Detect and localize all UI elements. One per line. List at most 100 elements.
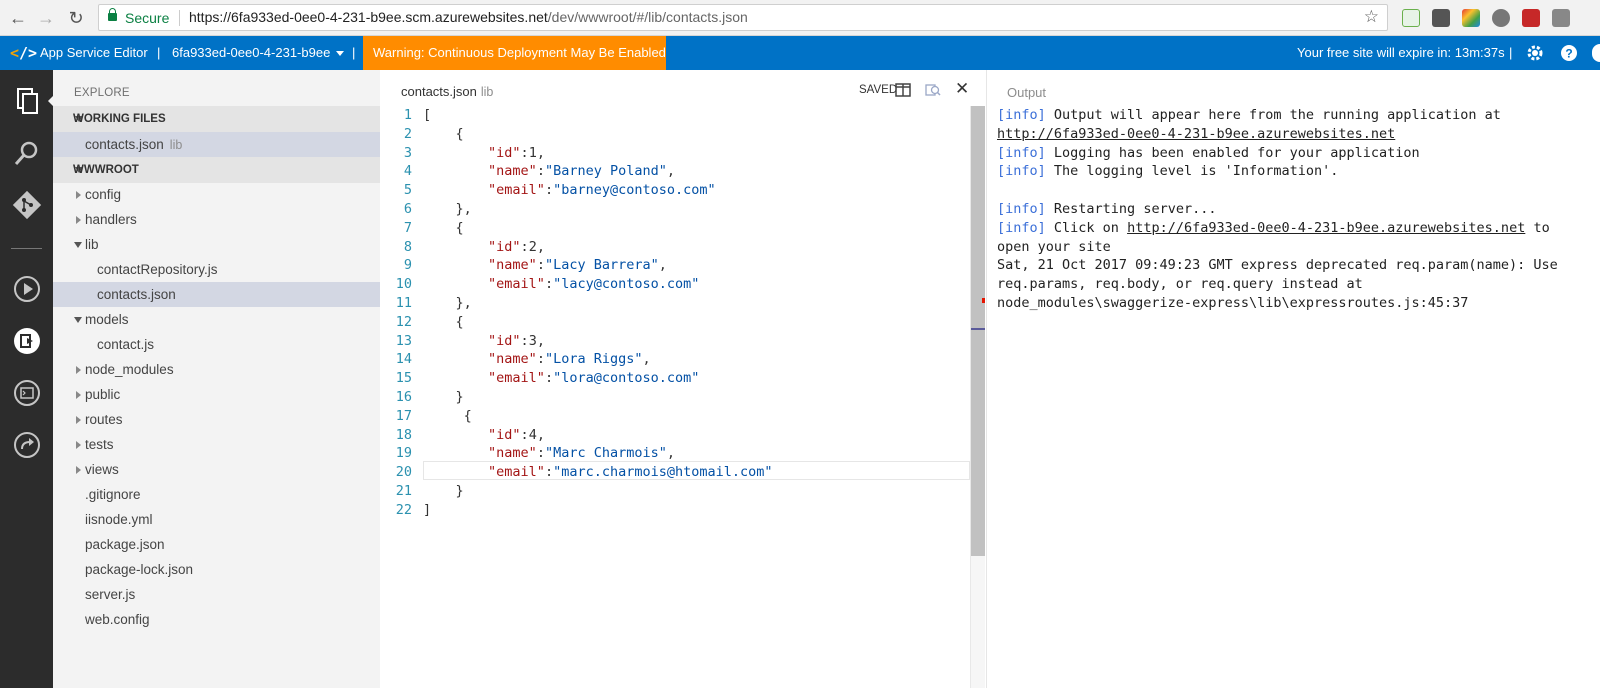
extension-gray-icon[interactable]	[1552, 9, 1570, 27]
split-editor-icon[interactable]	[895, 82, 911, 98]
overflow-icon[interactable]	[1592, 44, 1600, 62]
code-text: "name":"Barney Poland",	[488, 163, 676, 180]
code-line: 3 "id":1,	[380, 144, 970, 163]
chevron-right-icon	[76, 191, 81, 199]
extension-download-icon[interactable]	[1432, 9, 1450, 27]
tree-folder[interactable]: handlers	[53, 207, 380, 232]
site-link[interactable]: http://6fa933ed-0ee0-4-231-b9ee.azureweb…	[1127, 220, 1525, 236]
redirect-icon[interactable]	[12, 430, 42, 460]
star-icon[interactable]: ☆	[1364, 7, 1379, 27]
log-text: Logging has been enabled for your applic…	[1045, 144, 1420, 161]
activity-bar	[0, 70, 54, 688]
chevron-down-icon	[74, 317, 82, 323]
editor-tab[interactable]: contacts.json lib	[401, 84, 493, 99]
back-icon[interactable]: ←	[6, 6, 30, 30]
tree-folder[interactable]: views	[53, 457, 380, 482]
tree-file[interactable]: .gitignore	[53, 482, 380, 507]
editor-scrollbar[interactable]	[970, 106, 985, 688]
tree-file[interactable]: package.json	[53, 532, 380, 557]
code-text: "name":"Lora Riggs",	[488, 351, 651, 368]
extension-red-icon[interactable]	[1522, 9, 1540, 27]
files-icon[interactable]	[12, 86, 42, 116]
tree-folder[interactable]: node_modules	[53, 357, 380, 382]
log-text: to	[1525, 219, 1550, 236]
code-area[interactable]: 1[2 {3 "id":1, 4 "name":"Barney Poland", 5…	[380, 106, 970, 520]
tree-folder[interactable]: tests	[53, 432, 380, 457]
extension-color-icon[interactable]	[1462, 9, 1480, 27]
log-tag: [info]	[997, 163, 1046, 180]
site-link[interactable]: http://6fa933ed-0ee0-4-231-b9ee.azureweb…	[997, 126, 1395, 142]
wwwroot-label: WWWROOT	[73, 164, 139, 176]
console-icon[interactable]	[12, 378, 42, 408]
site-selector[interactable]: 6fa933ed-0ee0-4-231-b9ee	[172, 45, 345, 60]
tree-file[interactable]: package-lock.json	[53, 557, 380, 582]
chevron-right-icon	[76, 466, 81, 474]
editor-file-name: contacts.json	[401, 84, 477, 99]
line-number: 21	[395, 482, 412, 499]
run-icon[interactable]	[12, 274, 42, 304]
code-text: [	[423, 107, 432, 123]
chevron-right-icon	[76, 391, 81, 399]
line-number: 12	[395, 313, 412, 330]
working-files-header[interactable]: WORKING FILES	[53, 106, 380, 132]
tree-item-label: config	[85, 187, 122, 202]
address-bar[interactable]: Secure https://6fa933ed-0ee0-4-231-b9ee.…	[98, 4, 1388, 31]
output-icon[interactable]	[12, 326, 42, 356]
tree-file[interactable]: iisnode.yml	[53, 507, 380, 532]
code-line: 15 "email":"lora@contoso.com"	[380, 369, 970, 388]
wwwroot-header[interactable]: WWWROOT	[53, 157, 380, 183]
log-line: [info] The logging level is 'Information…	[997, 162, 1597, 181]
log-tag: [info]	[997, 219, 1046, 236]
tree-folder[interactable]: routes	[53, 407, 380, 432]
code-text: "email":"lora@contoso.com"	[488, 370, 700, 387]
line-number: 20	[395, 464, 412, 481]
log-text: The logging level is 'Information'.	[1045, 163, 1339, 180]
gear-icon[interactable]	[1526, 44, 1544, 62]
tree-folder[interactable]: config	[53, 182, 380, 207]
extension-globe-icon[interactable]	[1492, 9, 1510, 27]
explorer-title: EXPLORE	[74, 87, 130, 99]
site-name: 6fa933ed-0ee0-4-231-b9ee	[172, 45, 331, 60]
log-text: Output will appear here from the running…	[1045, 107, 1501, 123]
tree-folder[interactable]: models	[53, 307, 380, 332]
code-line: 18 "id":4,	[380, 426, 970, 445]
url-text[interactable]: https://6fa933ed-0ee0-4-231-b9ee.scm.azu…	[189, 9, 748, 25]
code-text: "name":"Marc Charmois",	[488, 445, 676, 462]
tree-file[interactable]: contact.js	[53, 332, 380, 357]
code-text: "email":"barney@contoso.com"	[488, 182, 716, 199]
tree-folder[interactable]: public	[53, 382, 380, 407]
code-line: 14 "name":"Lora Riggs",	[380, 350, 970, 369]
chevron-right-icon	[76, 416, 81, 424]
tree-file[interactable]: contactRepository.js	[53, 257, 380, 282]
tree-file[interactable]: contacts.json	[53, 282, 380, 307]
reload-icon[interactable]: ↻	[64, 6, 88, 30]
deployment-warning[interactable]: Warning: Continuous Deployment May Be En…	[363, 36, 666, 70]
header-divider-3: |	[1509, 45, 1513, 60]
line-number: 7	[403, 219, 412, 236]
tree-item-label: contacts.json	[97, 287, 176, 302]
app-title[interactable]: App Service Editor	[40, 45, 148, 60]
code-text: },	[423, 294, 472, 311]
tree-folder[interactable]: lib	[53, 232, 380, 257]
scrollbar-thumb[interactable]	[971, 106, 985, 556]
code-text: "email":"lacy@contoso.com"	[488, 276, 700, 293]
compare-icon[interactable]	[925, 82, 941, 98]
code-line: 20 "email":"marc.charmois@htomail.com"	[380, 463, 970, 482]
help-icon[interactable]: ?	[1560, 44, 1578, 62]
close-editor-icon[interactable]: ✕	[955, 79, 969, 99]
extension-green-icon[interactable]	[1402, 9, 1420, 27]
line-number: 16	[395, 388, 412, 405]
forward-icon[interactable]: →	[34, 6, 58, 30]
working-file-item[interactable]: contacts.json lib	[53, 132, 380, 157]
log-line: [info] Restarting server...	[997, 200, 1597, 219]
line-number: 4	[403, 163, 412, 180]
search-icon[interactable]	[12, 138, 42, 168]
chevron-down-icon	[74, 242, 82, 248]
tree-file[interactable]: server.js	[53, 582, 380, 607]
git-icon[interactable]	[12, 190, 42, 220]
chevron-right-icon	[76, 216, 81, 224]
code-line: 9 "name":"Lacy Barrera",	[380, 256, 970, 275]
tree-file[interactable]: web.config	[53, 607, 380, 632]
code-text: ]	[423, 501, 432, 518]
code-line: 21 }	[380, 482, 970, 501]
